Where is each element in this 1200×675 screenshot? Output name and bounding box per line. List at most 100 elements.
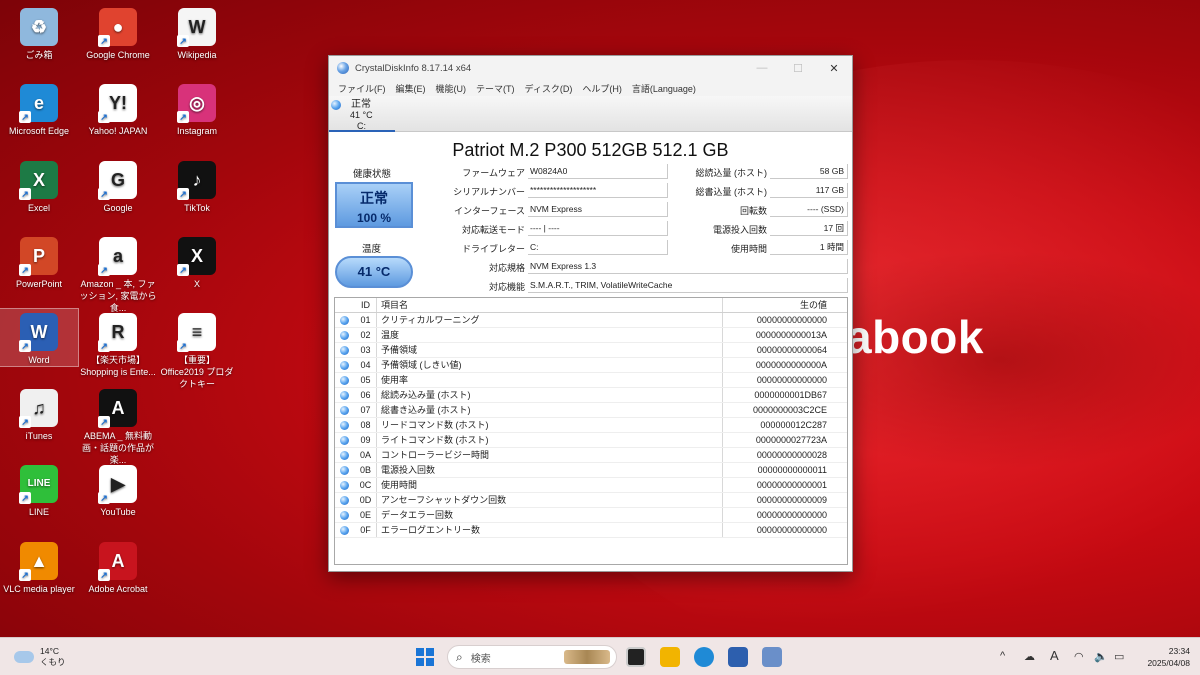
document-icon: ≡ ↗ [177, 313, 216, 352]
status-good-icon [340, 346, 349, 355]
table-row[interactable]: 07 総書き込み量 (ホスト) 0000000003C2CE [335, 403, 847, 418]
desktop-icon-acrobat[interactable]: A ↗ Adobe Acrobat [79, 538, 157, 595]
smart-raw-value: 00000000000011 [757, 465, 827, 475]
desktop-icon-label: X [193, 279, 200, 289]
table-row[interactable]: 0B 電源投入回数 00000000000011 [335, 463, 847, 478]
chevron-up-icon[interactable]: ^ [1000, 650, 1005, 662]
desktop-icon-amazon[interactable]: a ↗ Amazon _ 本, ファッション, 家電から食... [79, 233, 157, 314]
status-good-icon [340, 331, 349, 340]
taskbar-search-box[interactable]: ⌕ 検索 [447, 645, 617, 669]
menu-file[interactable]: ファイル(F) [333, 82, 391, 95]
table-row[interactable]: 0D アンセーフシャットダウン回数 00000000000009 [335, 493, 847, 508]
desktop-icon-label: TikTok [184, 203, 210, 213]
minimize-button[interactable]: — [744, 56, 780, 80]
shortcut-arrow-icon: ↗ [98, 340, 110, 352]
desktop-icon-instagram[interactable]: ◎ ↗ Instagram [158, 80, 236, 137]
desktop-icon-chrome[interactable]: ● ↗ Google Chrome [79, 4, 157, 61]
column-header-id[interactable]: ID [355, 298, 377, 312]
maximize-button[interactable]: ☐ [780, 56, 816, 80]
table-row[interactable]: 08 リードコマンド数 (ホスト) 000000012C287 [335, 418, 847, 433]
word-icon: W ↗ [19, 313, 58, 352]
close-button[interactable]: ✕ [816, 56, 852, 80]
menu-language[interactable]: 言語(Language) [627, 82, 701, 95]
status-good-icon [340, 376, 349, 385]
desktop-icon-vlc[interactable]: ▲ ↗ VLC media player [0, 538, 78, 595]
ime-indicator[interactable]: A [1050, 648, 1059, 663]
network-off-icon[interactable]: ☁ [1024, 650, 1035, 663]
health-status-button[interactable]: 正常 100 % [335, 182, 413, 228]
smart-attribute-name: エラーログエントリー数 [377, 523, 723, 537]
power-on-hours-value: 1 時間 [770, 240, 848, 255]
table-row[interactable]: 02 温度 0000000000013A [335, 328, 847, 343]
clock[interactable]: 23:34 2025/04/08 [1140, 645, 1190, 669]
desktop-icon-wikipedia[interactable]: W ↗ Wikipedia [158, 4, 236, 61]
status-good-icon [340, 496, 349, 505]
smart-attribute-name: 総書き込み量 (ホスト) [377, 403, 723, 417]
desktop-icon-tiktok[interactable]: ♪ ↗ TikTok [158, 157, 236, 214]
desktop-icon-label: iTunes [25, 431, 53, 441]
shortcut-arrow-icon: ↗ [177, 264, 189, 276]
menu-theme[interactable]: テーマ(T) [471, 82, 520, 95]
desktop-icon-itunes[interactable]: ♫ ↗ iTunes [0, 385, 78, 442]
menu-function[interactable]: 機能(U) [431, 82, 472, 95]
volume-icon[interactable]: 🔈 [1094, 650, 1108, 663]
smart-id: 08 [355, 418, 377, 432]
interface-label: インターフェース [453, 206, 525, 216]
smart-raw-value: 0000000003C2CE [752, 405, 827, 415]
weather-widget[interactable]: 14°C くもり [14, 646, 66, 668]
desktop-icon-x[interactable]: X ↗ X [158, 233, 236, 290]
table-header: ID 項目名 生の値 [335, 298, 847, 313]
table-row[interactable]: 0A コントローラービジー時間 00000000000028 [335, 448, 847, 463]
desktop-icon-rakuten[interactable]: R ↗ 【楽天市場】Shopping is Ente... [79, 309, 157, 378]
wifi-icon[interactable]: ◠ [1074, 650, 1084, 663]
battery-icon[interactable]: ▭ [1114, 650, 1124, 663]
task-view-icon[interactable] [626, 647, 646, 667]
desktop-icon-word[interactable]: W ↗ Word [0, 308, 79, 367]
drive-tab-c[interactable]: 正常 41 °C C: [329, 96, 395, 132]
desktop-icon-powerpoint[interactable]: P ↗ PowerPoint [0, 233, 78, 290]
desktop-icon-edge[interactable]: e ↗ Microsoft Edge [0, 80, 78, 137]
google-icon: G ↗ [98, 161, 137, 200]
smart-attribute-name: 使用率 [377, 373, 723, 387]
desktop-icon-recycle-bin[interactable]: ♻ ごみ箱 [0, 4, 78, 61]
desktop-icon-yahoo[interactable]: Y! ↗ Yahoo! JAPAN [79, 80, 157, 137]
table-row[interactable]: 0C 使用時間 00000000000001 [335, 478, 847, 493]
desktop-icon-google[interactable]: G ↗ Google [79, 157, 157, 214]
temperature-button[interactable]: 41 °C [335, 256, 413, 288]
table-row[interactable]: 0E データエラー回数 00000000000000 [335, 508, 847, 523]
desktop-icon-excel[interactable]: X ↗ Excel [0, 157, 78, 214]
smart-attributes-table[interactable]: ID 項目名 生の値 01 クリティカルワーニング 00000000000000 02… [334, 297, 848, 565]
crystaldiskinfo-taskbar-icon[interactable] [762, 647, 782, 667]
table-row[interactable]: 04 予備領域 (しきい値) 0000000000000A [335, 358, 847, 373]
edge-taskbar-icon[interactable] [694, 647, 714, 667]
menu-help[interactable]: ヘルプ(H) [577, 82, 627, 95]
menu-edit[interactable]: 編集(E) [391, 82, 431, 95]
power-on-count-label: 電源投入回数 [712, 225, 767, 235]
disk-model-title[interactable]: Patriot M.2 P300 512GB 512.1 GB [329, 140, 852, 162]
table-row[interactable]: 01 クリティカルワーニング 00000000000000 [335, 313, 847, 328]
smart-raw-value: 000000012C287 [760, 420, 827, 430]
desktop-icon-abema[interactable]: A ↗ ABEMA _ 無料動画・話題の作品が楽... [79, 385, 157, 466]
smart-raw-value: 00000000000000 [756, 510, 827, 520]
shortcut-arrow-icon: ↗ [19, 340, 31, 352]
title-bar[interactable]: CrystalDiskInfo 8.17.14 x64 — ☐ ✕ [329, 56, 852, 80]
desktop-icon-label: Word [28, 355, 50, 365]
status-good-icon [340, 481, 349, 490]
table-row[interactable]: 06 総読み込み量 (ホスト) 0000000001DB67 [335, 388, 847, 403]
desktop-icon-youtube[interactable]: ▶ ↗ YouTube [79, 461, 157, 518]
desktop-icon-document[interactable]: ≡ ↗ 【重要】Office2019 プロダクトキー [158, 309, 236, 390]
desktop-icon-line[interactable]: LINE ↗ LINE [0, 461, 78, 518]
column-header-raw[interactable]: 生の値 [723, 298, 829, 312]
table-row[interactable]: 03 予備領域 00000000000064 [335, 343, 847, 358]
menu-disk[interactable]: ディスク(D) [520, 82, 578, 95]
microsoft-store-icon[interactable] [728, 647, 748, 667]
table-row[interactable]: 0F エラーログエントリー数 00000000000000 [335, 523, 847, 538]
features-value: S.M.A.R.T., TRIM, VolatileWriteCache [528, 278, 848, 293]
drive-tab-temp: 41 °C [350, 110, 373, 120]
table-row[interactable]: 09 ライトコマンド数 (ホスト) 0000000027723A [335, 433, 847, 448]
table-row[interactable]: 05 使用率 00000000000000 [335, 373, 847, 388]
column-header-name[interactable]: 項目名 [377, 298, 723, 312]
file-explorer-icon[interactable] [660, 647, 680, 667]
desktop-icon-label: PowerPoint [15, 279, 63, 289]
start-button[interactable] [416, 648, 434, 666]
